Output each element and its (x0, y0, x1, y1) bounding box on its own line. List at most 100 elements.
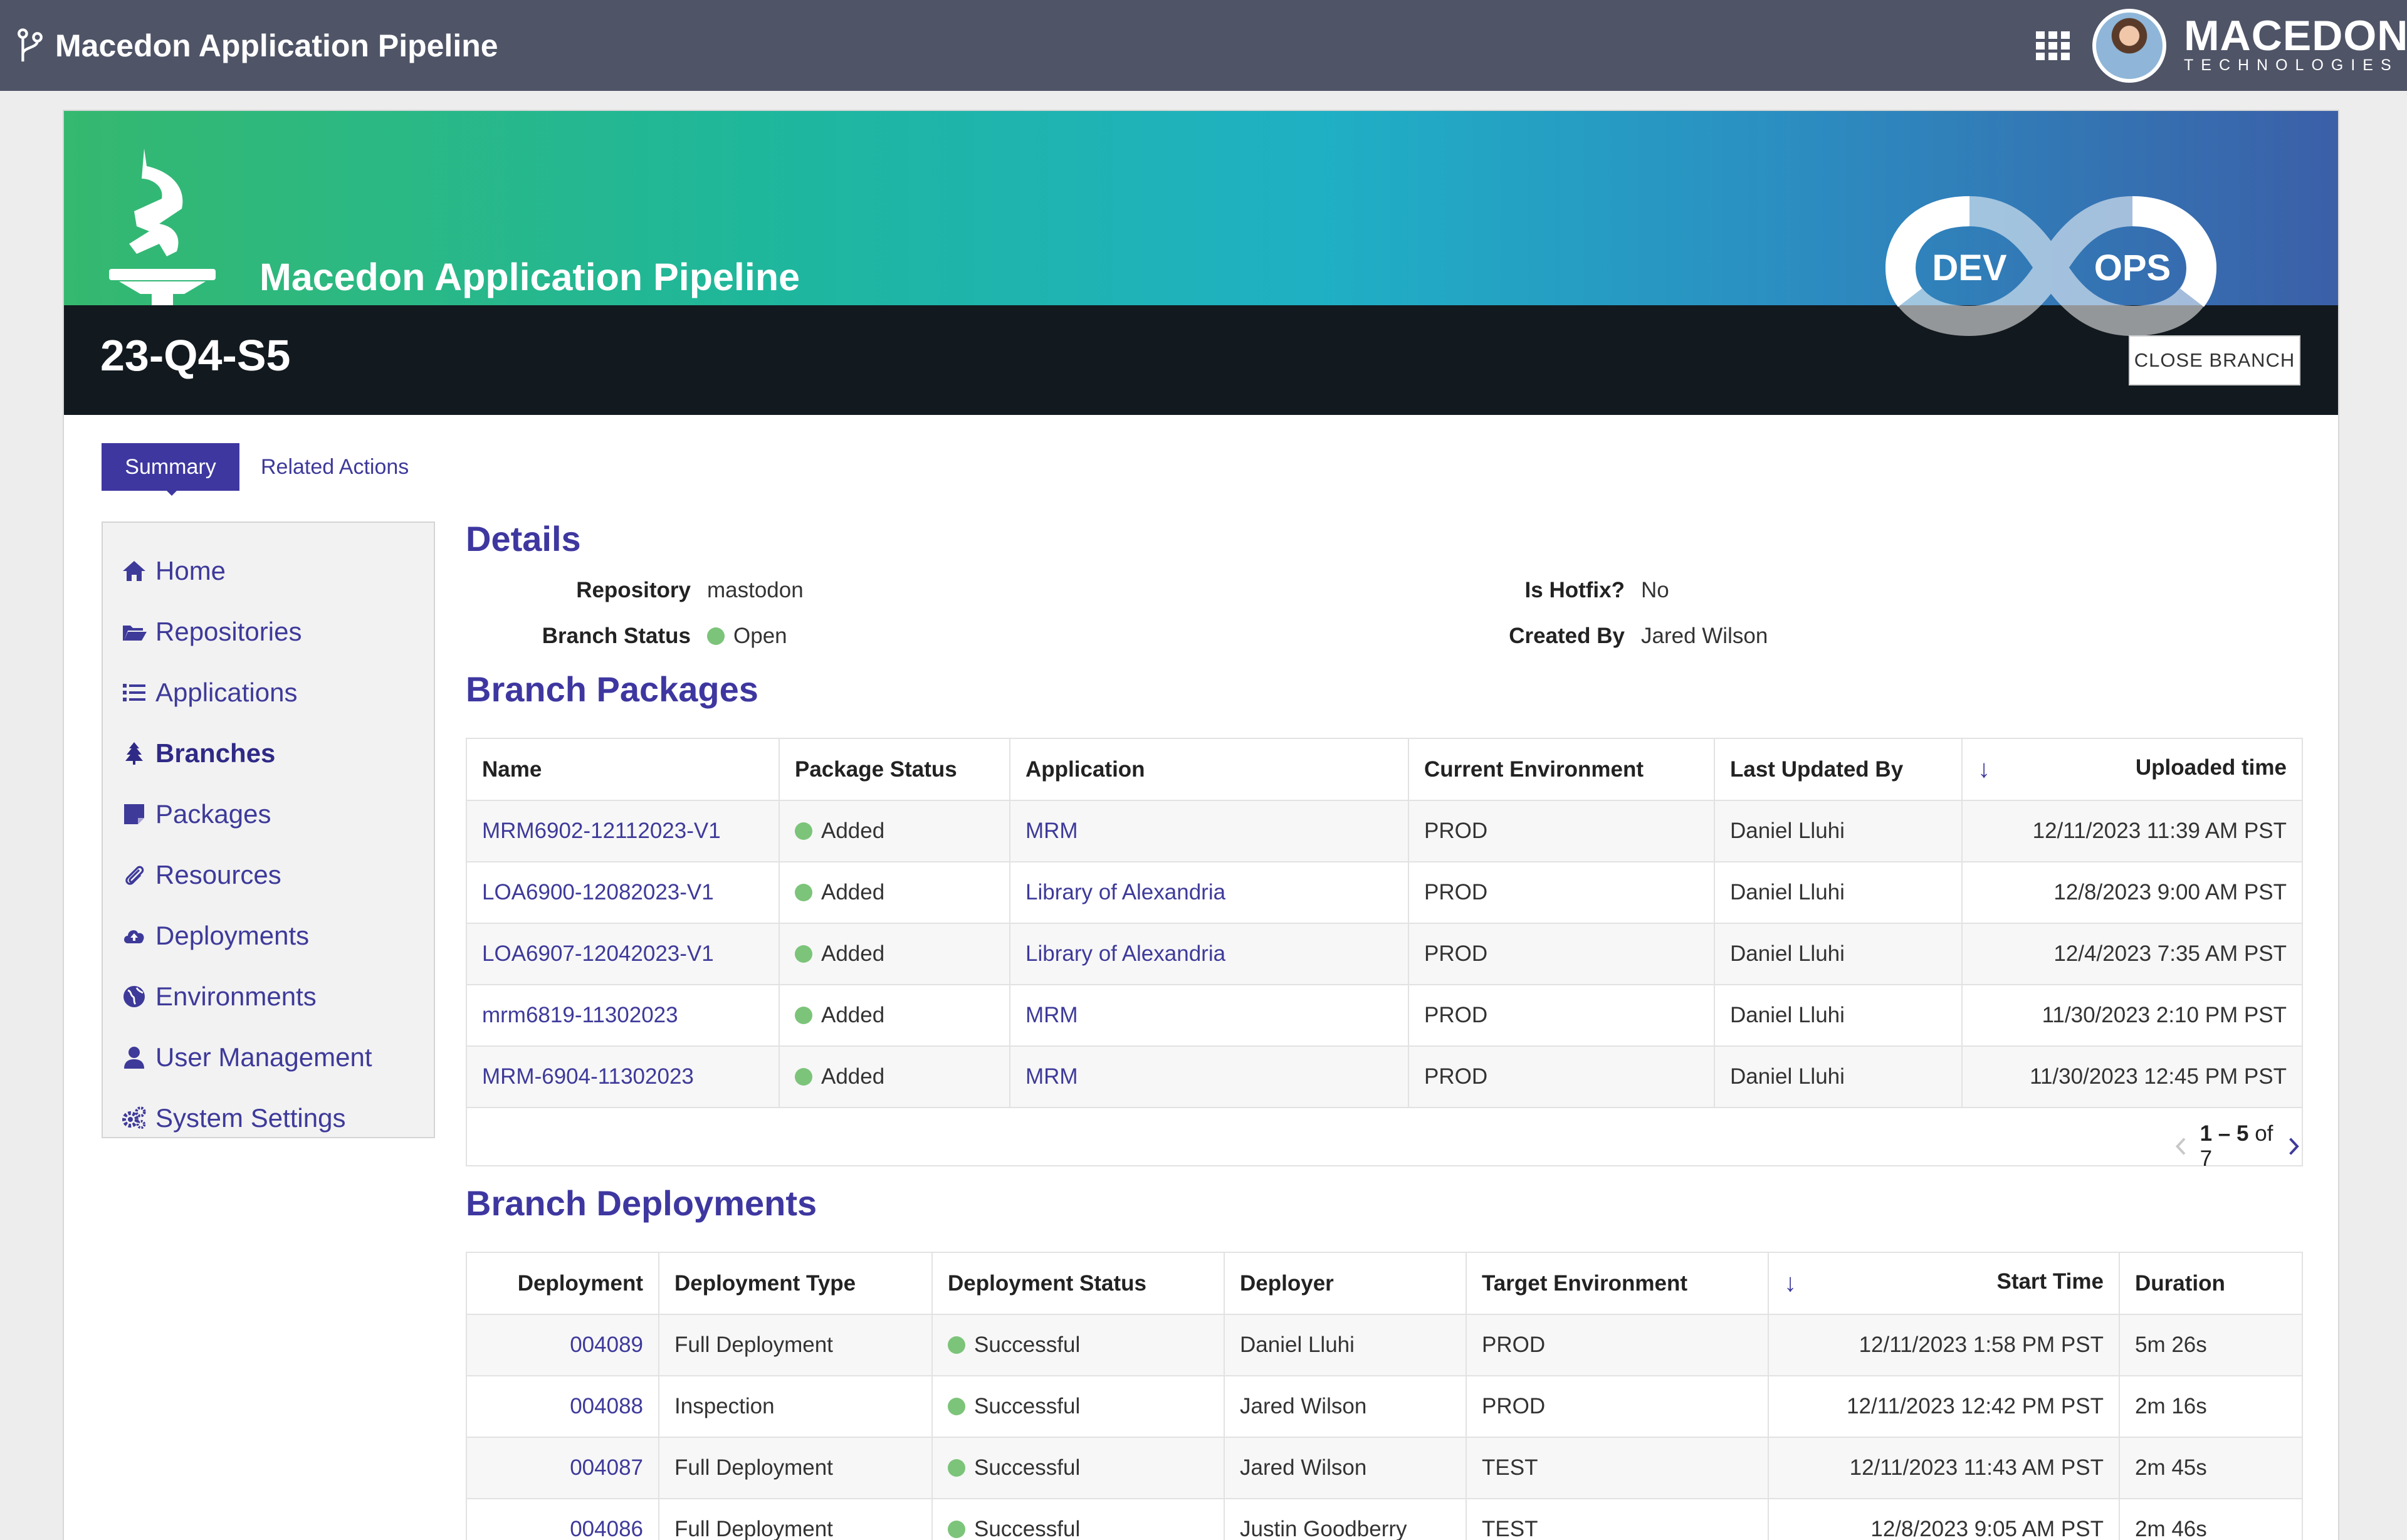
sort-descending-icon[interactable]: ↓ (1978, 755, 1990, 783)
column-header-duration[interactable]: Duration (2119, 1253, 2302, 1315)
column-header-application[interactable]: Application (1010, 739, 1409, 801)
deployment-type-cell: Inspection (659, 1376, 933, 1438)
sidebar-item-environments[interactable]: Environments (103, 966, 434, 1027)
column-header-current-environment[interactable]: Current Environment (1408, 739, 1715, 801)
deployer-cell: Jared Wilson (1224, 1376, 1467, 1438)
git-branch-icon (18, 28, 43, 61)
package-status-text: Added (821, 941, 885, 966)
sidebar-item-repositories[interactable]: Repositories (103, 601, 434, 662)
package-name-link[interactable]: MRM6902-12112023-V1 (467, 800, 780, 862)
package-status-cell: Added (779, 1046, 1010, 1108)
sidebar-item-resources[interactable]: Resources (103, 844, 434, 905)
environment-cell: PROD (1408, 985, 1715, 1047)
status-dot-icon (795, 1068, 812, 1086)
status-dot-icon (948, 1336, 965, 1354)
list-icon (123, 683, 145, 701)
deployment-id-link[interactable]: 004087 (467, 1437, 659, 1499)
close-branch-button[interactable]: CLOSE BRANCH (2129, 335, 2300, 385)
package-status-text: Added (821, 1003, 885, 1027)
start-time-cell: 12/11/2023 12:42 PM PST (1768, 1376, 2120, 1438)
status-dot-icon (948, 1459, 965, 1477)
table-row[interactable]: 004088 Inspection Successful Jared Wilso… (467, 1376, 2302, 1438)
table-row[interactable]: 004086 Full Deployment Successful Justin… (467, 1499, 2302, 1540)
home-icon (123, 560, 145, 581)
deployment-status-cell: Successful (932, 1376, 1225, 1438)
uploaded-time-cell: 12/11/2023 11:39 AM PST (1962, 800, 2302, 862)
package-name-link[interactable]: MRM-6904-11302023 (467, 1046, 780, 1108)
duration-cell: 2m 16s (2119, 1376, 2302, 1438)
application-link[interactable]: MRM (1010, 1046, 1409, 1108)
environment-cell: PROD (1408, 923, 1715, 985)
sidebar-item-label: Home (155, 555, 226, 585)
column-header-deployment-type[interactable]: Deployment Type (659, 1253, 933, 1315)
top-app-bar: Macedon Application Pipeline MACEDON TEC… (0, 0, 2407, 91)
user-avatar[interactable] (2092, 9, 2166, 83)
sidebar-item-user-management[interactable]: User Management (103, 1027, 434, 1087)
devops-dev-label: DEV (1932, 248, 2007, 288)
previous-page-icon[interactable] (2173, 1134, 2189, 1158)
start-time-cell: 12/11/2023 11:43 AM PST (1768, 1437, 2120, 1499)
package-name-link[interactable]: LOA6907-12042023-V1 (467, 923, 780, 985)
application-link[interactable]: MRM (1010, 985, 1409, 1047)
table-row[interactable]: mrm6819-11302023 Added MRM PROD Daniel L… (467, 985, 2302, 1047)
column-header-target-environment[interactable]: Target Environment (1466, 1253, 1769, 1315)
table-row[interactable]: 004089 Full Deployment Successful Daniel… (467, 1314, 2302, 1376)
target-environment-cell: PROD (1466, 1376, 1769, 1438)
start-time-cell: 12/8/2023 9:05 AM PST (1768, 1499, 2120, 1540)
package-name-link[interactable]: LOA6900-12082023-V1 (467, 862, 780, 924)
column-header-name[interactable]: Name (467, 739, 780, 801)
application-link[interactable]: Library of Alexandria (1010, 862, 1409, 924)
repository-value: mastodon (707, 578, 804, 602)
sort-descending-icon[interactable]: ↓ (1784, 1269, 1796, 1297)
sidebar-item-home[interactable]: Home (103, 540, 434, 601)
sidebar-item-label: User Management (155, 1042, 372, 1072)
deployment-id-link[interactable]: 004088 (467, 1376, 659, 1438)
package-name-link[interactable]: mrm6819-11302023 (467, 985, 780, 1047)
column-header-label: Start Time (1996, 1269, 2104, 1294)
status-dot-icon (795, 884, 812, 901)
table-row[interactable]: LOA6907-12042023-V1 Added Library of Ale… (467, 923, 2302, 985)
column-header-last-updated-by[interactable]: Last Updated By (1714, 739, 1963, 801)
target-environment-cell: PROD (1466, 1314, 1769, 1376)
sidebar-item-label: Deployments (155, 920, 310, 950)
sidebar-item-branches[interactable]: Branches (103, 723, 434, 783)
sidebar-item-system-settings[interactable]: System Settings (103, 1087, 434, 1148)
tab-summary[interactable]: Summary (102, 443, 239, 496)
column-header-start-time[interactable]: ↓ Start Time (1768, 1253, 2120, 1315)
table-row[interactable]: MRM-6904-11302023 Added MRM PROD Daniel … (467, 1046, 2302, 1108)
sidebar-item-applications[interactable]: Applications (103, 662, 434, 723)
tab-bar: Summary Related Actions (102, 443, 430, 496)
application-link[interactable]: Library of Alexandria (1010, 923, 1409, 985)
tab-related-actions[interactable]: Related Actions (239, 443, 430, 491)
column-header-deployer[interactable]: Deployer (1224, 1253, 1467, 1315)
pager-range: 1 – 5 (2200, 1121, 2249, 1146)
column-header-uploaded-time[interactable]: ↓ Uploaded time (1962, 739, 2302, 801)
sidebar-item-label: System Settings (155, 1103, 346, 1133)
table-row[interactable]: MRM6902-12112023-V1 Added MRM PROD Danie… (467, 800, 2302, 862)
deployment-status-text: Successful (974, 1333, 1081, 1357)
deployment-status-cell: Successful (932, 1314, 1225, 1376)
status-dot-icon (707, 627, 725, 645)
column-header-label: Uploaded time (2135, 755, 2287, 780)
column-header-package-status[interactable]: Package Status (779, 739, 1010, 801)
sidebar-item-packages[interactable]: Packages (103, 783, 434, 844)
table-row[interactable]: 004087 Full Deployment Successful Jared … (467, 1437, 2302, 1499)
uploaded-time-cell: 12/8/2023 9:00 AM PST (1962, 862, 2302, 924)
packages-table: Name Package Status Application Current … (467, 739, 2302, 1108)
column-header-deployment[interactable]: Deployment (467, 1253, 659, 1315)
deployment-id-link[interactable]: 004089 (467, 1314, 659, 1376)
deployment-id-link[interactable]: 004086 (467, 1499, 659, 1540)
torch-logo-icon (109, 149, 216, 305)
environment-cell: PROD (1408, 1046, 1715, 1108)
sidebar-item-label: Resources (155, 859, 281, 889)
environment-cell: PROD (1408, 800, 1715, 862)
column-header-deployment-status[interactable]: Deployment Status (932, 1253, 1225, 1315)
sidebar-item-deployments[interactable]: Deployments (103, 905, 434, 966)
app-launcher-grid-icon[interactable] (2036, 31, 2070, 60)
paperclip-icon (125, 866, 144, 885)
next-page-icon[interactable] (2286, 1134, 2302, 1158)
package-status-text: Added (821, 819, 885, 843)
uploaded-time-cell: 11/30/2023 12:45 PM PST (1962, 1046, 2302, 1108)
table-row[interactable]: LOA6900-12082023-V1 Added Library of Ale… (467, 862, 2302, 924)
application-link[interactable]: MRM (1010, 800, 1409, 862)
